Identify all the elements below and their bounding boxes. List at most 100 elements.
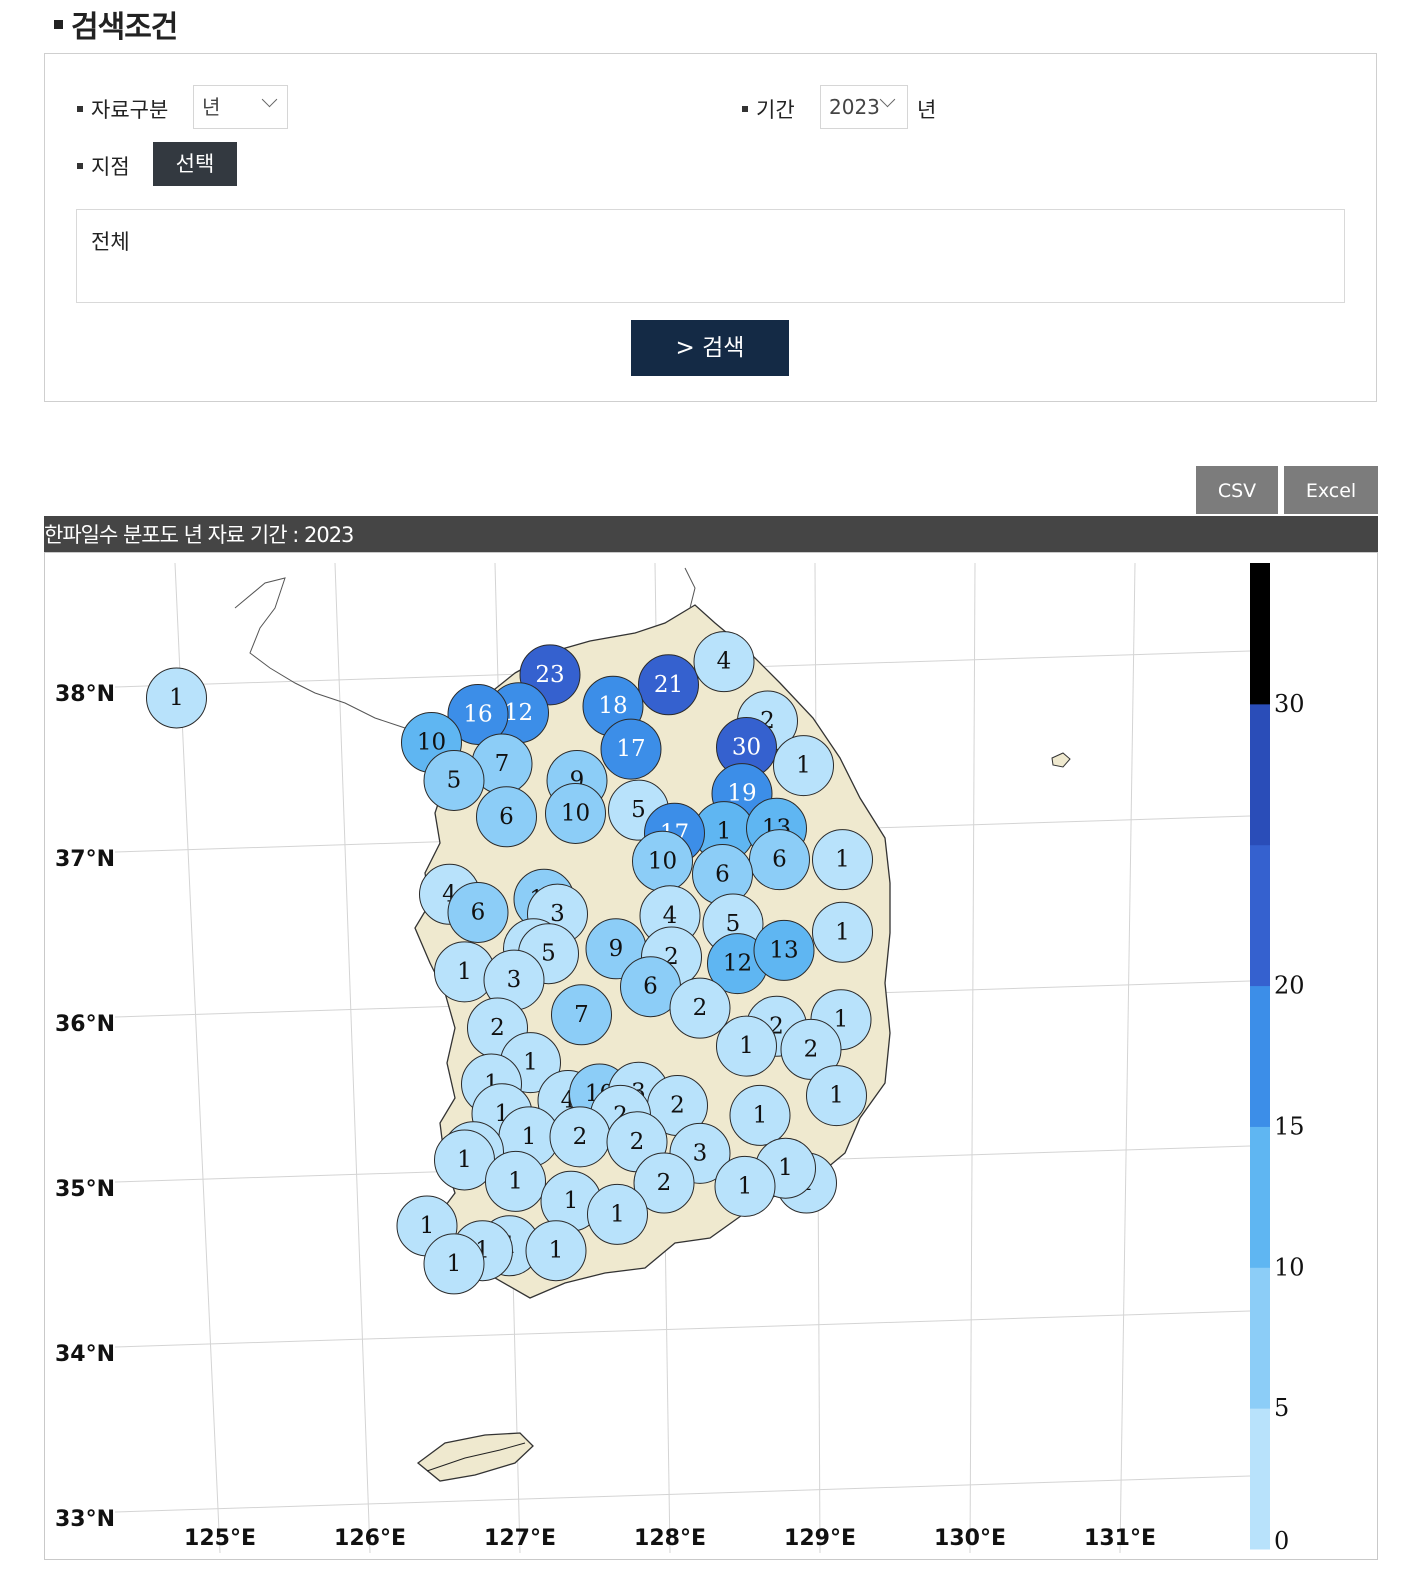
station-marker[interactable]: 17 xyxy=(600,718,662,780)
selected-stations-box: 전체 xyxy=(76,209,1345,303)
station-marker[interactable]: 1 xyxy=(525,1220,587,1282)
station-marker[interactable]: 1 xyxy=(485,1150,546,1212)
station-value: 1 xyxy=(549,1238,564,1264)
station-marker[interactable]: 6 xyxy=(447,881,509,943)
station-value: 1 xyxy=(717,819,732,845)
station-value: 1 xyxy=(835,847,850,873)
search-section-title-text: 검색조건 xyxy=(71,10,178,45)
colorbar-tick-label: 0 xyxy=(1274,1527,1289,1555)
latitude-label: 36°N xyxy=(55,1012,115,1037)
colorbar-tick-label: 20 xyxy=(1274,972,1305,1000)
station-value: 2 xyxy=(693,995,708,1021)
longitude-label: 127°E xyxy=(484,1526,556,1551)
station-value: 6 xyxy=(715,862,730,888)
station-marker[interactable]: 1 xyxy=(773,735,834,797)
station-value: 18 xyxy=(598,693,627,719)
chevron-down-icon xyxy=(879,91,896,108)
station-value: 1 xyxy=(457,1147,472,1173)
station-value: 1 xyxy=(753,1102,768,1128)
longitude-label: 126°E xyxy=(334,1526,406,1551)
station-marker[interactable]: 1 xyxy=(423,1233,485,1295)
station-value: 1 xyxy=(778,1155,793,1181)
station-select-button[interactable]: 선택 xyxy=(153,142,237,186)
station-markers: 123 2141216 18210 17 3075 91196 10 5117 13110 664… xyxy=(146,631,873,1295)
station-marker[interactable]: 1 xyxy=(729,1084,791,1146)
station-marker[interactable]: 1 xyxy=(587,1183,648,1245)
station-marker[interactable]: 4 xyxy=(693,631,755,693)
station-marker[interactable]: 2 xyxy=(549,1106,611,1168)
station-marker[interactable]: 6 xyxy=(476,786,537,848)
station-marker[interactable]: 10 xyxy=(545,782,606,844)
longitude-label: 128°E xyxy=(634,1526,706,1551)
station-marker[interactable]: 6 xyxy=(749,829,810,891)
station-value: 1 xyxy=(834,1007,849,1033)
station-marker[interactable]: 1 xyxy=(812,829,873,891)
latitude-label: 35°N xyxy=(55,1177,115,1202)
longitude-labels: 125°E 126°E 127°E 128°E 129°E 130°E 131°E xyxy=(184,1526,1156,1551)
colorbar-tick-label: 10 xyxy=(1274,1253,1305,1281)
station-value: 10 xyxy=(417,730,446,756)
period-unit-label: 년 xyxy=(917,98,937,122)
longitude-label: 130°E xyxy=(934,1526,1006,1551)
station-marker[interactable]: 1 xyxy=(714,1155,776,1217)
period-year-select[interactable]: 2023 xyxy=(820,85,908,129)
station-marker[interactable]: 21 xyxy=(638,654,699,716)
bullet-icon xyxy=(742,106,748,112)
station-marker[interactable]: 5 xyxy=(423,749,485,811)
station-value: 5 xyxy=(447,767,462,793)
station-value: 6 xyxy=(471,899,486,925)
station-value: 1 xyxy=(738,1173,753,1199)
station-marker[interactable]: 1 xyxy=(812,901,873,963)
data-type-label-text: 자료구분 xyxy=(91,98,169,122)
colorbar-legend: 0 5 10 15 20 30 xyxy=(1250,563,1305,1555)
station-value: 17 xyxy=(616,736,645,762)
latitude-label: 33°N xyxy=(55,1507,115,1532)
station-value: 9 xyxy=(609,936,624,962)
bullet-icon xyxy=(77,106,83,112)
station-value: 21 xyxy=(654,672,683,698)
station-marker[interactable]: 1 xyxy=(146,667,207,729)
station-value: 1 xyxy=(739,1033,754,1059)
station-marker[interactable]: 13 xyxy=(753,919,815,981)
station-label-text: 지점 xyxy=(91,155,130,179)
latitude-labels: 38°N 37°N 36°N 35°N 34°N 33°N xyxy=(55,682,115,1532)
period-year-select-value: 2023 xyxy=(829,95,880,119)
station-label: 지점 xyxy=(77,151,130,181)
station-marker[interactable]: 1 xyxy=(806,1065,867,1127)
colorbar-segment xyxy=(1250,1267,1270,1409)
station-value: 2 xyxy=(804,1036,819,1062)
colorbar-segment xyxy=(1250,703,1270,846)
station-value: 1 xyxy=(508,1168,523,1194)
search-button[interactable]: > 검색 xyxy=(631,320,789,376)
station-value: 10 xyxy=(561,800,590,826)
station-value: 1 xyxy=(610,1201,625,1227)
station-marker[interactable]: 2 xyxy=(669,977,731,1039)
map-canvas: 123 2141216 18210 17 3075 91196 10 5117 13110 664… xyxy=(55,562,1305,1555)
search-section-title: 검색조건 xyxy=(54,2,178,46)
station-value: 6 xyxy=(643,974,658,1000)
station-value: 7 xyxy=(574,1002,589,1028)
selected-stations-value: 전체 xyxy=(91,230,130,254)
station-marker[interactable]: 1 xyxy=(716,1015,777,1077)
cold-wave-days-map: 1 23 21 4 12 16 18 2 10 17 30 7 5 9 1 19 6 10 5 1 17 13 1 10 6 6 4… xyxy=(44,552,1378,1560)
jeju-island-land xyxy=(416,1432,534,1482)
station-marker[interactable]: 7 xyxy=(551,984,612,1046)
csv-download-button[interactable]: CSV xyxy=(1196,466,1278,514)
station-value: 3 xyxy=(693,1140,708,1166)
station-value: 4 xyxy=(717,649,732,675)
station-value: 1 xyxy=(447,1251,462,1277)
graticule-lat-line xyxy=(114,1475,1251,1513)
graticule-lon-line xyxy=(334,562,371,1554)
data-type-select[interactable]: 년 xyxy=(193,85,288,129)
station-value: 5 xyxy=(631,797,646,823)
station-value: 2 xyxy=(657,1170,672,1196)
excel-download-button[interactable]: Excel xyxy=(1284,466,1378,514)
station-marker[interactable]: 10 xyxy=(632,830,693,892)
colorbar-segment xyxy=(1250,563,1270,705)
ulleungdo-island xyxy=(1051,752,1071,768)
colorbar-segment xyxy=(1250,1408,1270,1550)
colorbar-tick-label: 5 xyxy=(1274,1394,1289,1422)
station-value: 10 xyxy=(648,848,677,874)
station-value: 6 xyxy=(499,804,514,830)
latitude-label: 34°N xyxy=(55,1342,115,1367)
